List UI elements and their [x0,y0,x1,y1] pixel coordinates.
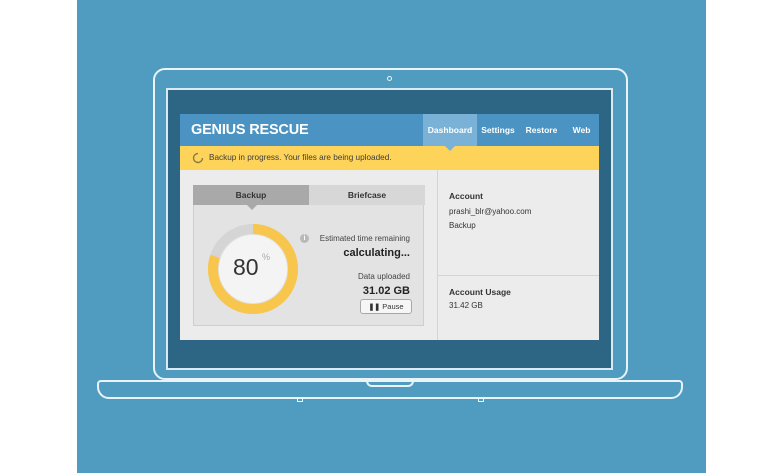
nav-dashboard[interactable]: Dashboard [423,114,477,146]
account-plan: Backup [449,221,476,230]
uploaded-value: 31.02 GB [362,285,410,297]
usage-value: 31.42 GB [449,301,483,310]
account-heading: Account [449,191,483,201]
status-banner: Backup in progress. Your files are being… [180,146,599,170]
nav-settings[interactable]: Settings [477,114,519,146]
info-icon: i [300,234,309,243]
nav-restore[interactable]: Restore [519,114,564,146]
account-sidebar: Account prashi_blr@yahoo.com Backup Acco… [437,170,599,340]
estimate-label: Estimated time remaining [319,234,410,243]
tab-backup[interactable]: Backup [193,185,309,205]
progress-spinner-icon [192,152,204,164]
progress-percent: 80 [233,254,259,280]
laptop-foot-left [297,399,303,402]
tab-briefcase[interactable]: Briefcase [309,185,425,205]
camera-icon [387,76,392,81]
banner-text: Backup in progress. Your files are being… [209,153,392,162]
app-window: GENIUS RESCUE Dashboard Settings Restore… [180,114,599,340]
laptop-notch [366,380,414,387]
progress-unit: % [262,252,271,262]
backup-panel: Backup Briefcase 80 % i Estimated time r… [193,185,425,326]
sidebar-divider [438,275,599,276]
app-header: GENIUS RESCUE Dashboard Settings Restore… [180,114,599,146]
pause-icon: ❚❚ [368,304,381,311]
nav-web[interactable]: Web [564,114,599,146]
estimate-value: calculating... [343,247,410,259]
pause-button[interactable]: ❚❚ Pause [360,299,412,314]
tab-active-caret [247,205,257,210]
laptop-foot-right [478,399,484,402]
nav-active-caret [445,146,455,151]
usage-heading: Account Usage [449,287,511,297]
account-email: prashi_blr@yahoo.com [449,207,532,216]
pause-label: Pause [382,302,404,311]
app-logo: GENIUS RESCUE [191,122,309,138]
uploaded-label: Data uploaded [357,272,410,281]
